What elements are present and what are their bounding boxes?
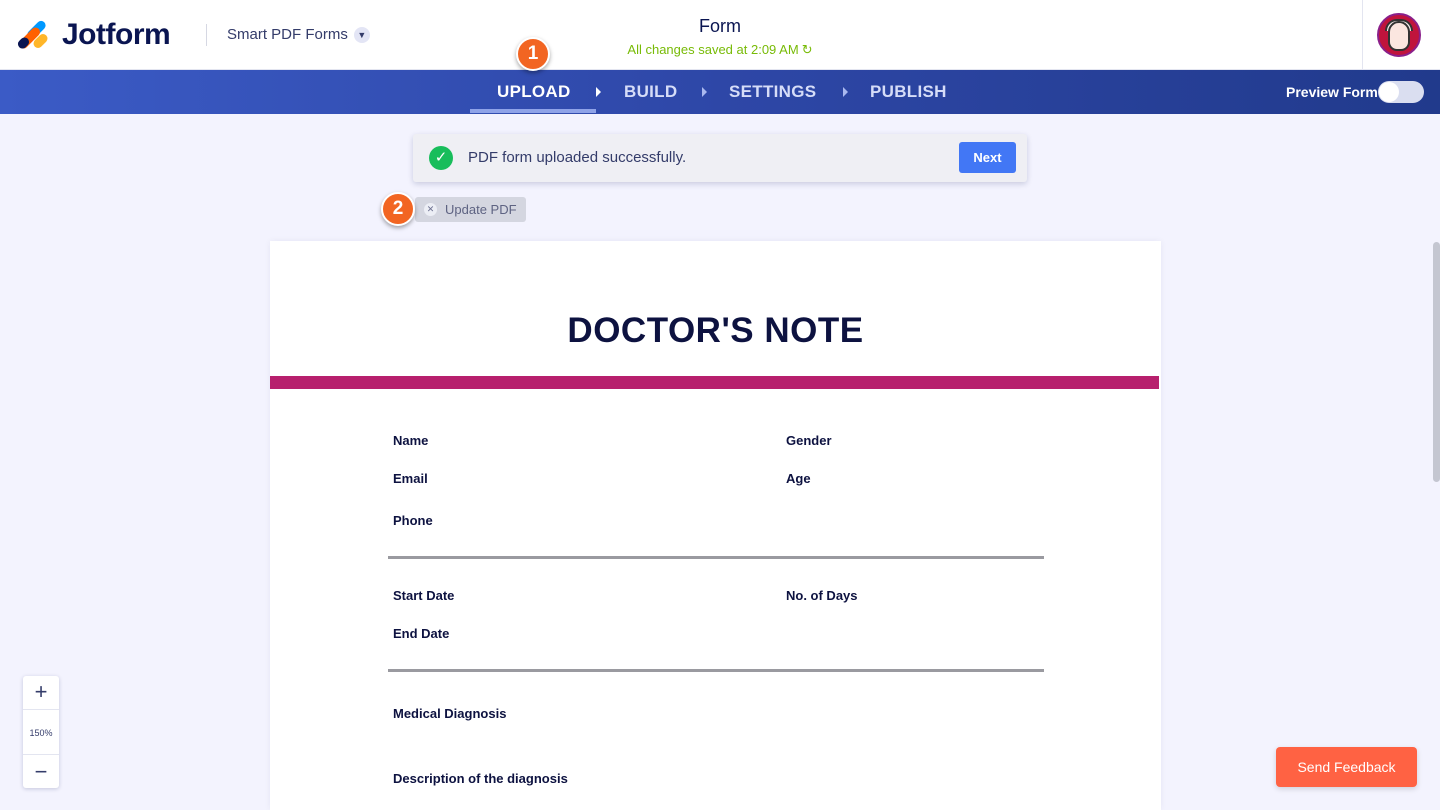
field-gender[interactable]: Gender <box>786 433 832 448</box>
callout-badge-2: 2 <box>381 192 415 226</box>
toast-message: PDF form uploaded successfully. <box>468 149 687 166</box>
chevron-right-icon <box>702 87 707 97</box>
save-status: All changes saved at 2:09 AM ↻ <box>0 42 1440 58</box>
avatar[interactable] <box>1377 13 1421 57</box>
zoom-control: + 150% − <box>23 676 59 788</box>
field-email[interactable]: Email <box>393 471 428 486</box>
pdf-page: DOCTOR'S NOTE Name Gender Email Age Phon… <box>270 241 1161 810</box>
chevron-right-icon <box>596 87 601 97</box>
save-status-text: All changes saved at 2:09 AM <box>627 42 799 57</box>
refresh-icon: ↻ <box>801 42 813 57</box>
form-title[interactable]: Form <box>0 16 1440 37</box>
document-title-bar <box>270 376 1159 389</box>
field-end-date[interactable]: End Date <box>393 626 449 641</box>
tab-upload[interactable]: UPLOAD <box>497 82 571 102</box>
close-icon[interactable]: ✕ <box>424 203 437 216</box>
tab-settings[interactable]: SETTINGS <box>729 82 816 102</box>
section-divider <box>388 669 1044 672</box>
field-no-of-days[interactable]: No. of Days <box>786 588 858 603</box>
zoom-out-button[interactable]: − <box>23 756 59 788</box>
field-diagnosis-description[interactable]: Description of the diagnosis <box>393 771 568 786</box>
tab-publish[interactable]: PUBLISH <box>870 82 947 102</box>
field-phone[interactable]: Phone <box>393 513 433 528</box>
document-title: DOCTOR'S NOTE <box>567 311 864 350</box>
scrollbar-thumb[interactable] <box>1433 242 1440 482</box>
toggle-knob <box>1379 82 1399 102</box>
field-name[interactable]: Name <box>393 433 428 448</box>
preview-form-label: Preview Form <box>1286 84 1378 100</box>
section-divider <box>388 556 1044 559</box>
zoom-level: 150% <box>23 709 59 755</box>
upload-success-toast: ✓ PDF form uploaded successfully. Next <box>413 134 1027 182</box>
top-header: Jotform Smart PDF Forms ▼ Form All chang… <box>0 0 1440 70</box>
update-pdf-label: Update PDF <box>445 202 517 217</box>
tab-build[interactable]: BUILD <box>624 82 677 102</box>
zoom-in-button[interactable]: + <box>23 676 59 708</box>
send-feedback-button[interactable]: Send Feedback <box>1276 747 1417 787</box>
chevron-right-icon <box>843 87 848 97</box>
next-button[interactable]: Next <box>959 142 1016 173</box>
callout-badge-1: 1 <box>516 37 550 71</box>
field-age[interactable]: Age <box>786 471 811 486</box>
avatar-face <box>1388 21 1410 51</box>
field-start-date[interactable]: Start Date <box>393 588 454 603</box>
preview-form-toggle[interactable] <box>1378 81 1424 103</box>
update-pdf-button[interactable]: ✕ Update PDF <box>415 197 526 222</box>
check-circle-icon: ✓ <box>429 146 453 170</box>
avatar-divider <box>1362 0 1363 70</box>
active-tab-indicator <box>470 109 596 113</box>
steps-bar: UPLOAD BUILD SETTINGS PUBLISH Preview Fo… <box>0 70 1440 114</box>
field-medical-diagnosis[interactable]: Medical Diagnosis <box>393 706 506 721</box>
